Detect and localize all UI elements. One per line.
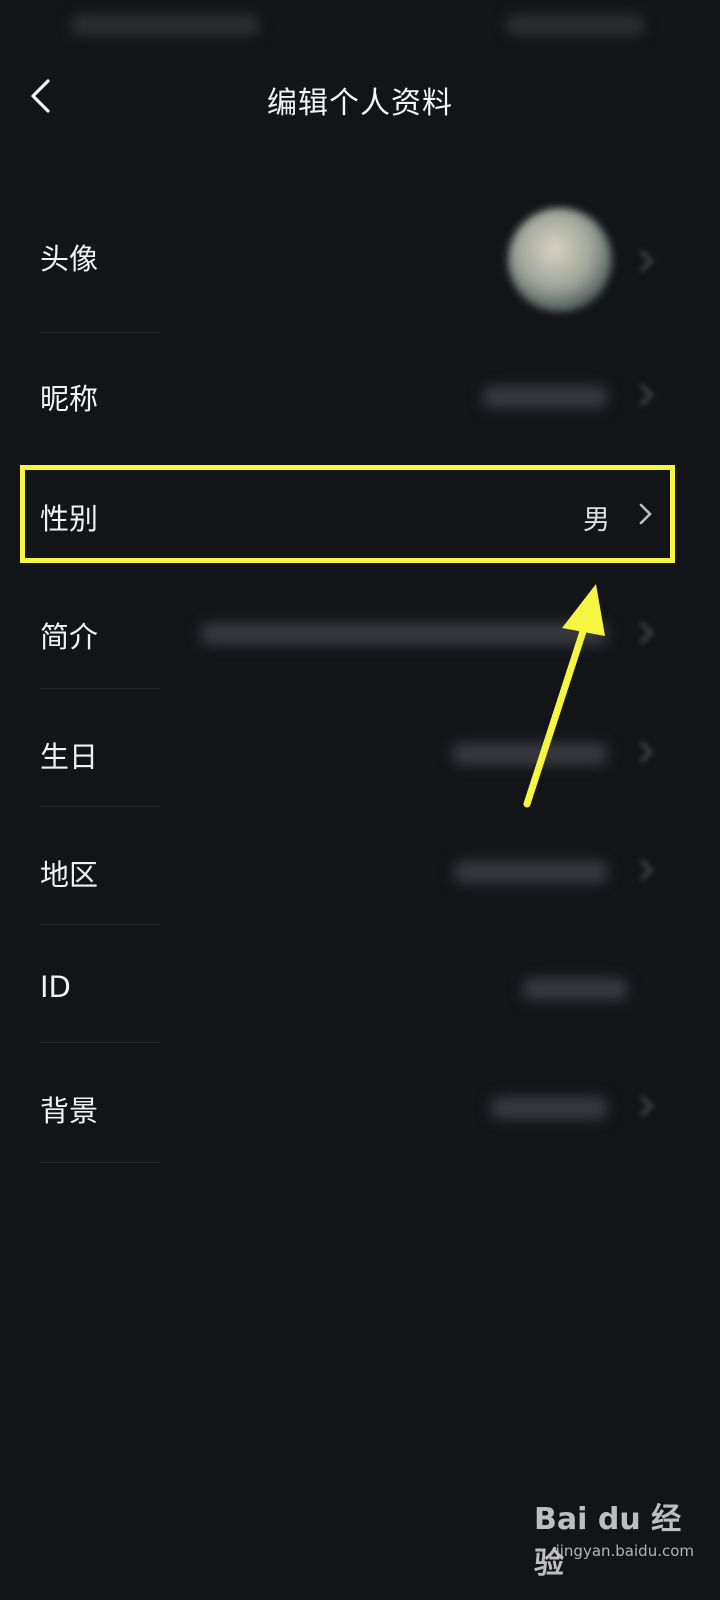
arrow-annotation-icon [523, 584, 605, 808]
watermark-url: jingyan.baidu.com [555, 1542, 694, 1560]
edit-profile-screen: 编辑个人资料 头像 昵称 性别 男 简介 生日 地区 ID 背景 Bai du … [0, 0, 720, 1600]
watermark: Bai du 经验 jingyan.baidu.com [534, 1494, 694, 1584]
watermark-logo: Bai du 经验 [534, 1502, 682, 1581]
